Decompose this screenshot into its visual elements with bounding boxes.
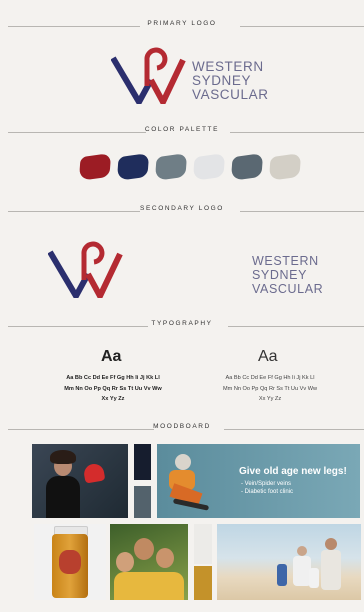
secondary-logo-wordmark: WESTERN SYDNEY VASCULAR <box>252 254 323 296</box>
moodboard-swatch-gold <box>194 566 212 600</box>
logo-line-vascular: VASCULAR <box>252 282 324 296</box>
logo-line-western: WESTERN <box>252 254 319 268</box>
alphabet-line: Aa Bb Cc Dd Ee Ff Gg Hh Ii Jj Kk Ll <box>66 375 160 381</box>
typography-bold-alphabet: Aa Bb Cc Dd Ee Ff Gg Hh Ii Jj Kk Ll Mm N… <box>38 373 188 405</box>
typography-light-alphabet: Aa Bb Cc Dd Ee Ff Gg Hh Ii Jj Kk Ll Mm N… <box>196 373 344 405</box>
banner-bullet: - Diabetic foot clinic <box>241 489 294 495</box>
logo-line-sydney: SYDNEY <box>192 73 252 88</box>
alphabet-line: Mm Nn Oo Pp Qq Rr Ss Tt Uu Vv Ww <box>64 385 162 392</box>
logo-line-western: WESTERN <box>192 59 264 74</box>
moodboard-swatch-navy <box>134 444 151 480</box>
divider <box>230 132 364 133</box>
moodboard-photo-family <box>110 524 188 600</box>
banner-bullets: - Vein/Spider veins - Diabetic foot clin… <box>241 480 293 496</box>
divider <box>240 26 364 27</box>
primary-logo-wordmark: WESTERN SYDNEY VASCULAR <box>192 60 269 102</box>
color-swatch-dark-slate <box>230 153 264 181</box>
moodboard-photo-woman-heart <box>32 444 128 518</box>
typography-light-sample: Aa <box>258 348 278 365</box>
moodboard-photo-beach-family <box>217 524 361 600</box>
moodboard-banner-skateboard: Give old age new legs! - Vein/Spider vei… <box>157 444 360 518</box>
heart-balloon-icon <box>82 462 106 484</box>
moodboard-photo-pill-bottle <box>34 524 106 600</box>
moodboard-swatch-slate <box>134 486 151 518</box>
color-swatch-light-grey <box>192 153 226 181</box>
alphabet-line: Mm Nn Oo Pp Qq Rr Ss Tt Uu Vv Ww <box>222 385 318 392</box>
banner-bullet: - Vein/Spider veins <box>241 481 292 487</box>
banner-headline: Give old age new legs! <box>239 466 347 477</box>
section-header-moodboard: MOODBOARD <box>0 423 364 435</box>
color-swatch-stone <box>268 153 302 181</box>
secondary-logo-mark <box>48 241 123 298</box>
alphabet-line: Xx Yy Zz <box>101 396 125 402</box>
primary-logo-mark <box>111 47 186 104</box>
typography-bold-sample: Aa <box>101 348 122 365</box>
heart-icon <box>59 550 81 574</box>
color-swatch-navy <box>116 153 150 181</box>
section-header-primary-logo: PRIMARY LOGO <box>0 20 364 32</box>
divider <box>228 326 364 327</box>
logo-line-sydney: SYDNEY <box>252 268 308 282</box>
color-swatch-slate <box>154 153 188 181</box>
divider <box>240 211 364 212</box>
section-header-typography: TYPOGRAPHY <box>0 320 364 332</box>
alphabet-line: Xx Yy Zz <box>258 396 282 402</box>
logo-line-vascular: VASCULAR <box>192 87 269 102</box>
alphabet-line: Aa Bb Cc Dd Ee Ff Gg Hh Ii Jj Kk Ll <box>225 375 315 381</box>
section-header-color-palette: COLOR PALETTE <box>0 126 364 138</box>
color-swatch-red <box>78 153 112 181</box>
divider <box>224 429 364 430</box>
moodboard-swatch-light <box>194 524 212 564</box>
section-header-secondary-logo: SECONDARY LOGO <box>0 205 364 217</box>
